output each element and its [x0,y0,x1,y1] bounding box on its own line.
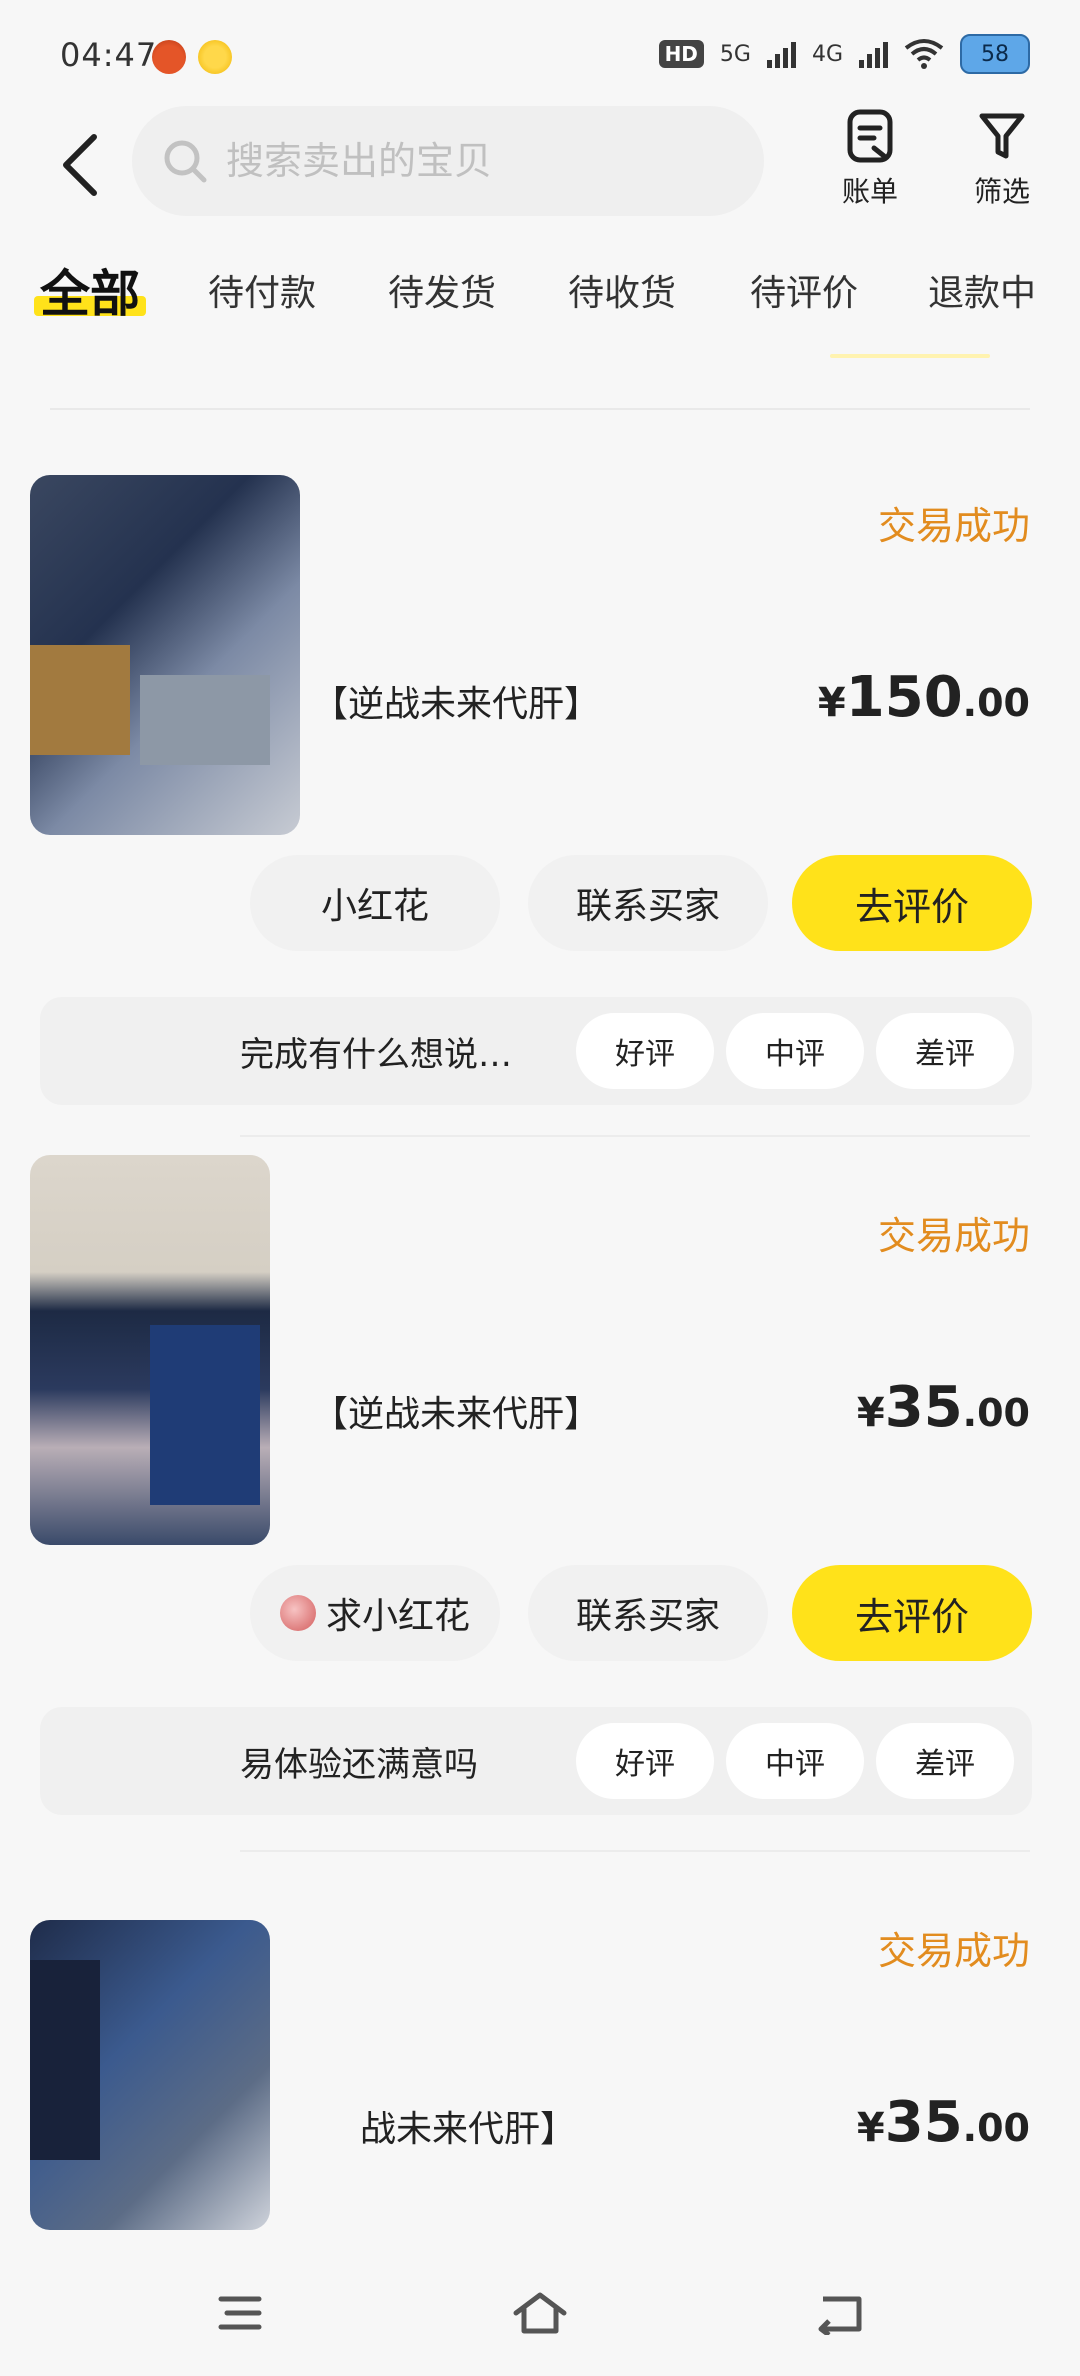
divider [240,1135,1030,1137]
item-title: 【逆战未来代肝】 [312,684,601,725]
notification-coin-icon [198,40,232,74]
status-time: 04:47 [60,36,158,74]
rating-good-chip[interactable]: 好评 [576,1013,714,1089]
chevron-left-icon [63,134,97,196]
battery-level: 58 [981,41,1009,67]
nav-menu-button[interactable] [200,2283,280,2343]
feedback-question: 完成有什么想说… [240,1035,512,1075]
price-currency: ¥ [817,680,846,726]
price-currency: ¥ [856,2105,885,2151]
divider [50,408,1030,410]
feedback-box: 易体验还满意吗 好评 中评 差评 [40,1707,1032,1815]
tab-pending-payment[interactable]: 待付款 [208,250,316,330]
item-price: ¥150.00 [818,665,1030,730]
buyer-name: 求小红花 [325,1596,470,1637]
notification-app-icon [152,40,186,74]
rating-bad-chip[interactable]: 差评 [876,1723,1014,1799]
price-decimal: .00 [962,681,1030,725]
review-button[interactable]: 去评价 [792,1565,1032,1661]
header: 账单 筛选 [0,100,1080,230]
rating-neutral-chip[interactable]: 中评 [726,1723,864,1799]
feedback-question: 易体验还满意吗 [240,1745,478,1785]
buyer-pill[interactable]: 求小红花 [250,1565,500,1661]
battery-icon: 58 [960,34,1030,74]
tab-label: 全部 [40,265,140,323]
rating-good-chip[interactable]: 好评 [576,1723,714,1799]
search-icon [164,140,207,183]
price-currency: ¥ [856,1390,885,1436]
hd-badge: HD [658,40,704,68]
tab-refunding[interactable]: 退款中 [928,250,1036,330]
filter-button[interactable]: 筛选 [952,108,1052,210]
price-decimal: .00 [962,1391,1030,1435]
home-icon [513,2292,567,2334]
menu-icon [218,2296,262,2330]
filter-label: 筛选 [973,175,1030,208]
sold-orders-page: 04:47 HD 5G 4G 58 搜索卖出的宝贝 账单 筛选 全部 待付款 待… [0,0,1080,2376]
feedback-box: 完成有什么想说… 好评 中评 差评 [40,997,1032,1105]
thumbnail-patch [140,675,270,765]
order-status: 交易成功 [877,1214,1030,1258]
rating-bad-chip[interactable]: 差评 [876,1013,1014,1089]
tab-label: 待发货 [388,273,497,314]
order-status: 交易成功 [877,1929,1030,1973]
system-nav-bar [0,2250,1080,2376]
tab-scroll-indicator [830,354,990,358]
search-box[interactable] [132,106,764,216]
price-integer: 150 [845,665,963,730]
tab-label: 待收货 [568,273,677,314]
back-button[interactable] [50,130,110,200]
status-bar: 04:47 HD 5G 4G 58 [0,0,1080,110]
bill-label: 账单 [841,175,898,208]
price-decimal: .00 [962,2106,1030,2150]
status-indicators: HD 5G 4G 58 [658,34,1030,74]
order-card[interactable]: 交易成功 【逆战未来代肝】 ¥35.00 求小红花 联系买家 去评价 易体验还满… [0,1135,1080,1835]
product-thumbnail[interactable] [30,1155,270,1545]
contact-buyer-button[interactable]: 联系买家 [528,855,768,951]
tab-label: 待评价 [750,273,859,314]
item-title: 战未来代肝】 [360,2109,577,2150]
network-5g-label: 5G [719,41,751,67]
buyer-pill[interactable]: 小红花 [250,855,500,951]
tab-pending-receipt[interactable]: 待收货 [568,250,676,330]
order-tabs: 全部 待付款 待发货 待收货 待评价 退款中 [0,250,1080,360]
tab-pending-shipment[interactable]: 待发货 [388,250,496,330]
tab-label: 退款中 [928,273,1037,314]
item-price: ¥35.00 [857,1375,1030,1440]
rating-neutral-chip[interactable]: 中评 [726,1013,864,1089]
signal-icon [766,40,796,68]
review-button[interactable]: 去评价 [792,855,1032,951]
bill-icon [847,109,893,163]
wifi-icon [904,39,944,69]
item-price: ¥35.00 [857,2090,1030,2155]
tab-label: 待付款 [208,273,317,314]
divider [240,1850,1030,1852]
product-thumbnail[interactable] [30,1920,270,2230]
buyer-name: 小红花 [320,886,429,927]
back-icon [818,2296,862,2335]
order-card[interactable]: 交易成功 【逆战未来代肝】 ¥150.00 小红花 联系买家 去评价 完成有什么… [0,425,1080,1125]
tab-all[interactable]: 全部 [34,250,146,330]
bill-button[interactable]: 账单 [820,108,920,210]
nav-back-button[interactable] [800,2283,880,2343]
price-integer: 35 [884,2090,963,2155]
signal-icon [859,40,888,68]
filter-icon [979,113,1025,159]
price-integer: 35 [884,1375,963,1440]
item-title: 【逆战未来代肝】 [312,1394,601,1435]
order-card[interactable]: 交易成功 战未来代肝】 ¥35.00 [0,1850,1080,2250]
thumbnail-patch [30,1960,100,2160]
product-thumbnail[interactable] [30,475,300,835]
thumbnail-patch [150,1325,260,1505]
thumbnail-patch [30,645,130,755]
nav-home-button[interactable] [500,2283,580,2343]
buyer-avatar [279,1595,316,1631]
tab-pending-review[interactable]: 待评价 [750,250,858,330]
search-input[interactable] [226,139,706,183]
contact-buyer-button[interactable]: 联系买家 [528,1565,768,1661]
network-4g-label: 4G [811,41,843,67]
order-status: 交易成功 [877,504,1030,548]
